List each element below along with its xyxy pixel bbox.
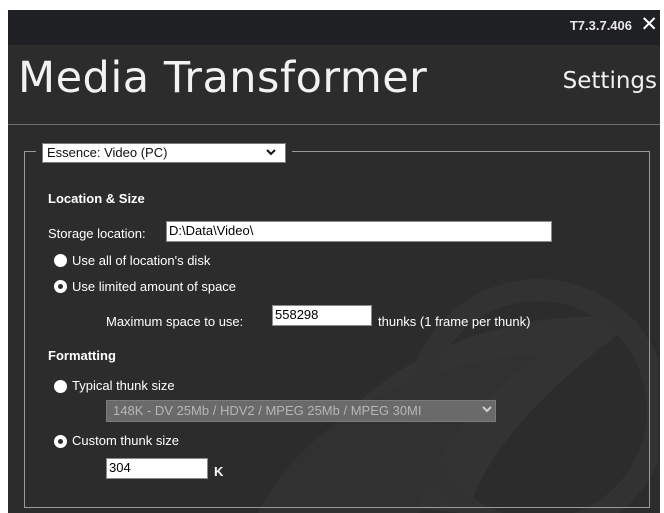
max-space-units: thunks (1 frame per thunk)	[378, 314, 531, 329]
storage-location-label: Storage location:	[48, 226, 146, 241]
chevron-down-icon	[479, 401, 493, 421]
typical-thunk-size-select: 148K - DV 25Mb / HDV2 / MPEG 25Mb / MPEG…	[106, 400, 496, 422]
typical-thunk-size-label[interactable]: Typical thunk size	[72, 378, 175, 393]
custom-thunk-size-input[interactable]: 304	[106, 458, 208, 479]
location-size-heading: Location & Size	[48, 191, 145, 206]
max-space-label: Maximum space to use:	[106, 314, 244, 329]
typical-thunk-size-value: 148K - DV 25Mb / HDV2 / MPEG 25Mb / MPEG…	[113, 403, 422, 418]
max-space-input[interactable]: 558298	[272, 305, 372, 326]
radio-use-all-disk[interactable]	[54, 254, 67, 267]
use-all-disk-label[interactable]: Use all of location's disk	[72, 253, 210, 268]
page-title: Settings	[562, 68, 657, 94]
radio-use-limited-space[interactable]	[54, 280, 67, 293]
custom-thunk-size-units: K	[214, 464, 224, 479]
custom-thunk-size-label[interactable]: Custom thunk size	[72, 433, 179, 448]
use-limited-space-label[interactable]: Use limited amount of space	[72, 279, 236, 294]
close-icon[interactable]: ✕	[640, 14, 658, 35]
radio-typical-thunk-size[interactable]	[54, 380, 67, 393]
chevron-down-icon	[265, 145, 277, 163]
essence-select[interactable]: Essence: Video (PC)	[42, 143, 286, 163]
version-label: T7.3.7.406	[569, 18, 632, 33]
title-bar: T7.3.7.406 ✕	[8, 10, 660, 45]
header-divider	[8, 124, 660, 125]
app-title: Media Transformer	[18, 53, 428, 103]
app-window: T7.3.7.406 ✕ Media Transformer Settings …	[8, 10, 660, 513]
radio-custom-thunk-size[interactable]	[54, 435, 67, 448]
formatting-heading: Formatting	[48, 348, 116, 363]
storage-location-input[interactable]: D:\Data\Video\	[166, 221, 552, 242]
essence-select-value: Essence: Video (PC)	[47, 145, 168, 160]
